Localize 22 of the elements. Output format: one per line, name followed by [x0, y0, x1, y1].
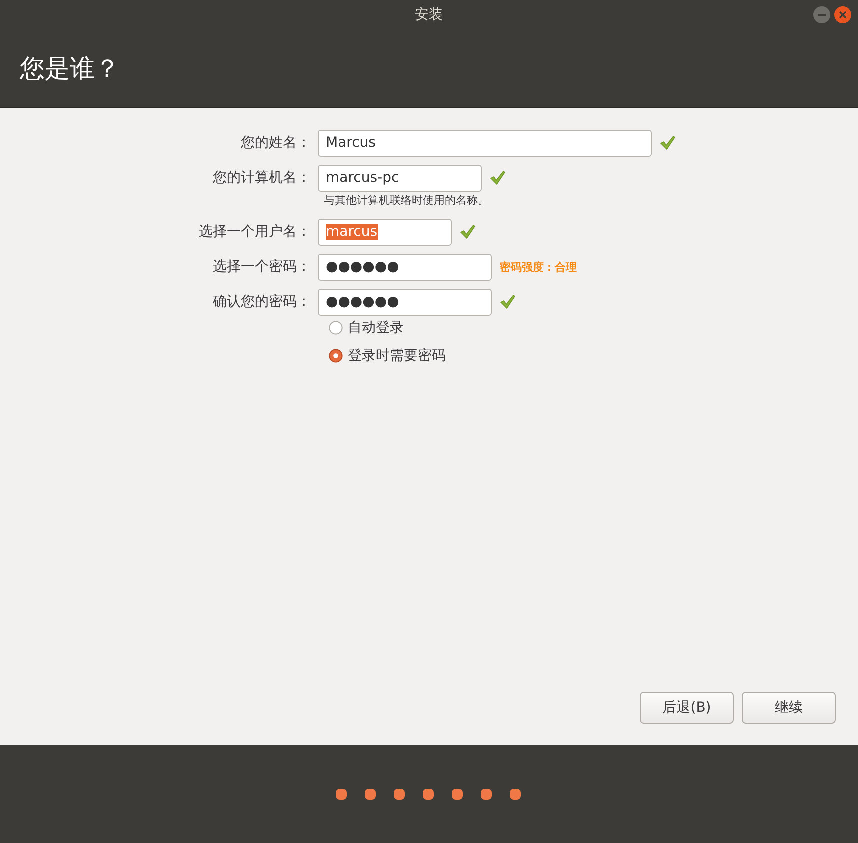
field-label: 您的姓名： [240, 134, 312, 152]
window-title: 安装 [415, 6, 443, 24]
radio-button[interactable] [329, 321, 343, 335]
minimize-button[interactable] [813, 6, 831, 24]
field-hint: 与其他计算机联络时使用的名称。 [324, 193, 490, 208]
input-field[interactable]: Marcus [318, 130, 652, 156]
radio-button[interactable] [329, 349, 343, 363]
page-title: 您是谁？ [20, 53, 120, 85]
input-field[interactable]: ●●●●●● [318, 254, 492, 280]
input-field[interactable]: marcus-pc [318, 164, 482, 192]
input-field[interactable]: ●●●●●● [318, 288, 492, 316]
field-label: 您的计算机名： [212, 169, 312, 187]
password-strength: 密码强度：合理 [500, 260, 577, 274]
selected-text: marcus [326, 224, 378, 240]
field-label: 选择一个密码： [212, 258, 312, 276]
field-label: 确认您的密码： [212, 293, 312, 311]
continue-button[interactable]: 继续 [742, 692, 836, 724]
back-button[interactable]: 后退(B) [640, 692, 734, 724]
radio-label[interactable]: 登录时需要密码 [348, 347, 446, 365]
close-button[interactable] [834, 6, 852, 24]
field-label: 选择一个用户名： [198, 223, 312, 241]
radio-label[interactable]: 自动登录 [348, 319, 404, 337]
